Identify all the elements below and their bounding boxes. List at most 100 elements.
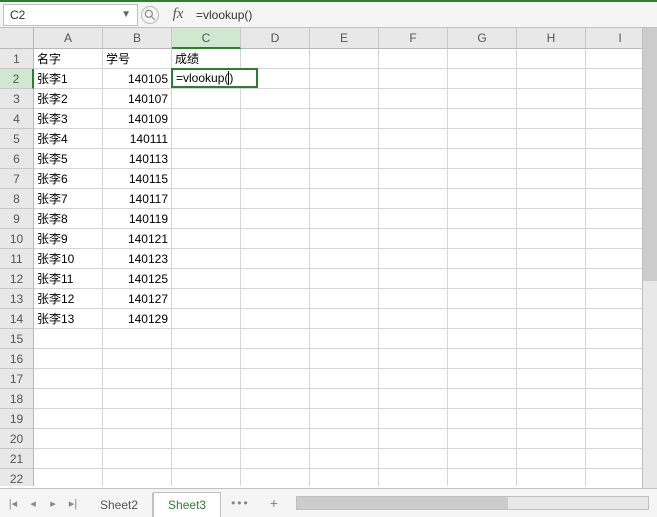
cell-H6[interactable] [517, 149, 586, 169]
cell-G17[interactable] [448, 369, 517, 389]
cell-A17[interactable] [34, 369, 103, 389]
cell-A22[interactable] [34, 469, 103, 486]
cells-area[interactable]: 名字学号成绩张李1140105张李2140107张李3140109张李41401… [34, 49, 657, 486]
cell-H22[interactable] [517, 469, 586, 486]
cell-H13[interactable] [517, 289, 586, 309]
cell-D12[interactable] [241, 269, 310, 289]
cell-F4[interactable] [379, 109, 448, 129]
cell-F12[interactable] [379, 269, 448, 289]
cell-E15[interactable] [310, 329, 379, 349]
cell-D10[interactable] [241, 229, 310, 249]
cell-E17[interactable] [310, 369, 379, 389]
cell-F5[interactable] [379, 129, 448, 149]
cell-G19[interactable] [448, 409, 517, 429]
cell-H15[interactable] [517, 329, 586, 349]
cell-F22[interactable] [379, 469, 448, 486]
cell-D22[interactable] [241, 469, 310, 486]
tab-nav-last[interactable]: ▸| [64, 493, 82, 513]
column-header-C[interactable]: C [172, 28, 241, 49]
tab-nav-first[interactable]: |◂ [4, 493, 22, 513]
cell-G4[interactable] [448, 109, 517, 129]
cell-B20[interactable] [103, 429, 172, 449]
cell-E13[interactable] [310, 289, 379, 309]
vertical-scrollbar-thumb[interactable] [643, 28, 657, 281]
cell-H8[interactable] [517, 189, 586, 209]
cell-F11[interactable] [379, 249, 448, 269]
cell-D7[interactable] [241, 169, 310, 189]
cell-E10[interactable] [310, 229, 379, 249]
cell-C21[interactable] [172, 449, 241, 469]
tabs-more-button[interactable]: ••• [221, 491, 260, 515]
horizontal-scrollbar-thumb[interactable] [297, 497, 508, 509]
cell-G20[interactable] [448, 429, 517, 449]
cell-B2[interactable]: 140105 [103, 69, 172, 89]
cell-C14[interactable] [172, 309, 241, 329]
row-header-10[interactable]: 10 [0, 229, 34, 249]
cell-B7[interactable]: 140115 [103, 169, 172, 189]
cell-E4[interactable] [310, 109, 379, 129]
name-box[interactable]: C2 ▼ [3, 4, 138, 26]
cell-E12[interactable] [310, 269, 379, 289]
row-header-11[interactable]: 11 [0, 249, 34, 269]
cell-B8[interactable]: 140117 [103, 189, 172, 209]
cell-C9[interactable] [172, 209, 241, 229]
row-header-16[interactable]: 16 [0, 349, 34, 369]
cell-A1[interactable]: 名字 [34, 49, 103, 69]
row-header-1[interactable]: 1 [0, 49, 34, 69]
cell-B18[interactable] [103, 389, 172, 409]
cell-H2[interactable] [517, 69, 586, 89]
cell-F9[interactable] [379, 209, 448, 229]
row-header-19[interactable]: 19 [0, 409, 34, 429]
cell-D13[interactable] [241, 289, 310, 309]
cell-A3[interactable]: 张李2 [34, 89, 103, 109]
cell-B12[interactable]: 140125 [103, 269, 172, 289]
tab-nav-next[interactable]: ▸ [44, 493, 62, 513]
cell-B1[interactable]: 学号 [103, 49, 172, 69]
cell-B22[interactable] [103, 469, 172, 486]
chevron-down-icon[interactable]: ▼ [121, 9, 131, 20]
cell-G8[interactable] [448, 189, 517, 209]
cell-B10[interactable]: 140121 [103, 229, 172, 249]
cell-A21[interactable] [34, 449, 103, 469]
cell-F16[interactable] [379, 349, 448, 369]
cell-F21[interactable] [379, 449, 448, 469]
cell-G6[interactable] [448, 149, 517, 169]
cell-G13[interactable] [448, 289, 517, 309]
cell-E19[interactable] [310, 409, 379, 429]
cell-D8[interactable] [241, 189, 310, 209]
row-header-13[interactable]: 13 [0, 289, 34, 309]
column-header-A[interactable]: A [34, 28, 103, 49]
cell-A4[interactable]: 张李3 [34, 109, 103, 129]
cell-A14[interactable]: 张李13 [34, 309, 103, 329]
cell-C19[interactable] [172, 409, 241, 429]
cell-D9[interactable] [241, 209, 310, 229]
cell-F13[interactable] [379, 289, 448, 309]
cell-C6[interactable] [172, 149, 241, 169]
cell-A11[interactable]: 张李10 [34, 249, 103, 269]
cell-C15[interactable] [172, 329, 241, 349]
cell-F20[interactable] [379, 429, 448, 449]
cell-B21[interactable] [103, 449, 172, 469]
cell-E20[interactable] [310, 429, 379, 449]
cell-G12[interactable] [448, 269, 517, 289]
row-header-22[interactable]: 22 [0, 469, 34, 486]
cell-H17[interactable] [517, 369, 586, 389]
sheet-tab-sheet3[interactable]: Sheet3 [153, 492, 221, 517]
row-header-5[interactable]: 5 [0, 129, 34, 149]
cell-D1[interactable] [241, 49, 310, 69]
row-header-4[interactable]: 4 [0, 109, 34, 129]
cell-B11[interactable]: 140123 [103, 249, 172, 269]
cell-A18[interactable] [34, 389, 103, 409]
cell-H11[interactable] [517, 249, 586, 269]
cell-B19[interactable] [103, 409, 172, 429]
cell-H3[interactable] [517, 89, 586, 109]
cell-C22[interactable] [172, 469, 241, 486]
cell-G15[interactable] [448, 329, 517, 349]
cell-C18[interactable] [172, 389, 241, 409]
cell-C10[interactable] [172, 229, 241, 249]
row-header-18[interactable]: 18 [0, 389, 34, 409]
column-header-E[interactable]: E [310, 28, 379, 49]
row-header-9[interactable]: 9 [0, 209, 34, 229]
cell-D3[interactable] [241, 89, 310, 109]
cell-F15[interactable] [379, 329, 448, 349]
